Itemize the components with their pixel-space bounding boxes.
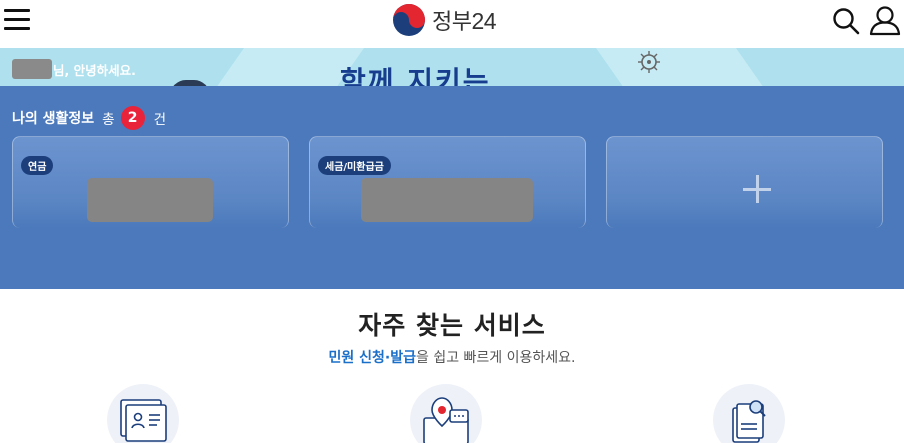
service-online-application-button[interactable] [410, 384, 482, 443]
services-subtitle-rest: 을 쉽고 빠르게 이용하세요. [416, 350, 576, 366]
service-document-search-button[interactable] [713, 384, 785, 443]
count-badge: 2 [120, 106, 145, 130]
gov24-logo[interactable]: 정부24 [392, 1, 497, 39]
life-info-panel: 나의 생활정보 총 2 건 연금 세금/미환급금 [0, 86, 904, 289]
plus-icon [743, 175, 773, 205]
masked-card-value [87, 178, 213, 222]
taegeuk-icon [393, 4, 425, 36]
card-tag: 연금 [21, 156, 54, 175]
id-card-document-icon [120, 399, 167, 442]
user-greeting: 님, 안녕하세요. [12, 59, 136, 79]
total-label: 총 [102, 112, 115, 128]
banner-title: 함께 지키는 [340, 65, 491, 88]
life-card-tax-refund[interactable]: 세금/미환급금 [309, 136, 586, 228]
services-title: 자주 찾는 서비스 [358, 311, 546, 340]
services-subtitle: 민원 신청·발급을 쉽고 빠르게 이용하세요. [0, 347, 904, 367]
add-life-card-button[interactable] [606, 136, 883, 228]
services-subtitle-highlight: 민원 신청·발급 [328, 350, 416, 366]
service-document-issue-button[interactable] [107, 384, 179, 443]
document-search-icon [732, 400, 766, 443]
masked-user-name [12, 59, 52, 79]
masked-card-value [361, 178, 533, 222]
search-icon[interactable] [832, 7, 860, 35]
user-icon[interactable] [869, 6, 901, 36]
count-unit: 건 [153, 112, 166, 128]
hamburger-menu-icon[interactable] [4, 7, 30, 33]
location-chat-icon [423, 397, 469, 443]
virus-icon [638, 51, 660, 73]
card-tag: 세금/미환급금 [318, 156, 391, 175]
logo-text: 정부24 [432, 8, 497, 35]
life-card-pension[interactable]: 연금 [12, 136, 289, 228]
life-info-title: 나의 생활정보 [12, 111, 95, 127]
greeting-text: 님, 안녕하세요. [53, 62, 136, 78]
life-info-header: 나의 생활정보 총 2 건 [12, 106, 166, 130]
banner-decoration [595, 48, 765, 88]
promo-banner[interactable]: 님, 안녕하세요. 함께 지키는 [0, 48, 904, 88]
top-header: 정부24 [0, 0, 904, 48]
